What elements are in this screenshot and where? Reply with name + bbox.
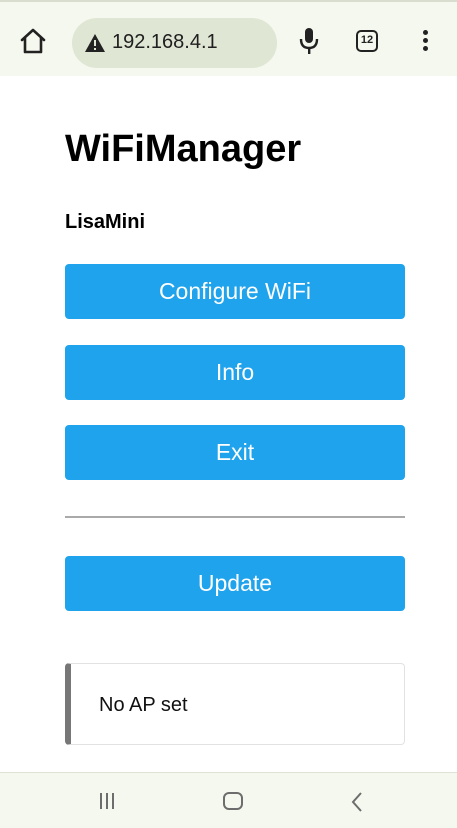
- warning-icon: [84, 33, 106, 53]
- home-icon[interactable]: [18, 26, 48, 56]
- system-nav-bar: [0, 772, 457, 828]
- status-message-box: No AP set: [65, 663, 405, 745]
- recents-icon[interactable]: [98, 793, 116, 809]
- configure-wifi-button[interactable]: Configure WiFi: [65, 264, 405, 319]
- nav-home-icon[interactable]: [223, 792, 243, 810]
- status-message: No AP set: [99, 694, 188, 716]
- url-bar[interactable]: 192.168.4.1: [72, 18, 277, 68]
- info-button[interactable]: Info: [65, 345, 405, 400]
- microphone-icon[interactable]: [296, 26, 322, 56]
- page-title: WiFiManager: [65, 128, 302, 170]
- more-vert-icon[interactable]: [420, 28, 432, 54]
- divider: [65, 516, 405, 518]
- exit-button[interactable]: Exit: [65, 425, 405, 480]
- url-text: 192.168.4.1: [112, 31, 218, 53]
- device-name: LisaMini: [65, 211, 146, 233]
- tabs-icon[interactable]: 12: [356, 30, 378, 52]
- browser-toolbar: 192.168.4.1 12: [0, 0, 457, 76]
- update-button[interactable]: Update: [65, 556, 405, 611]
- back-icon[interactable]: [350, 791, 364, 813]
